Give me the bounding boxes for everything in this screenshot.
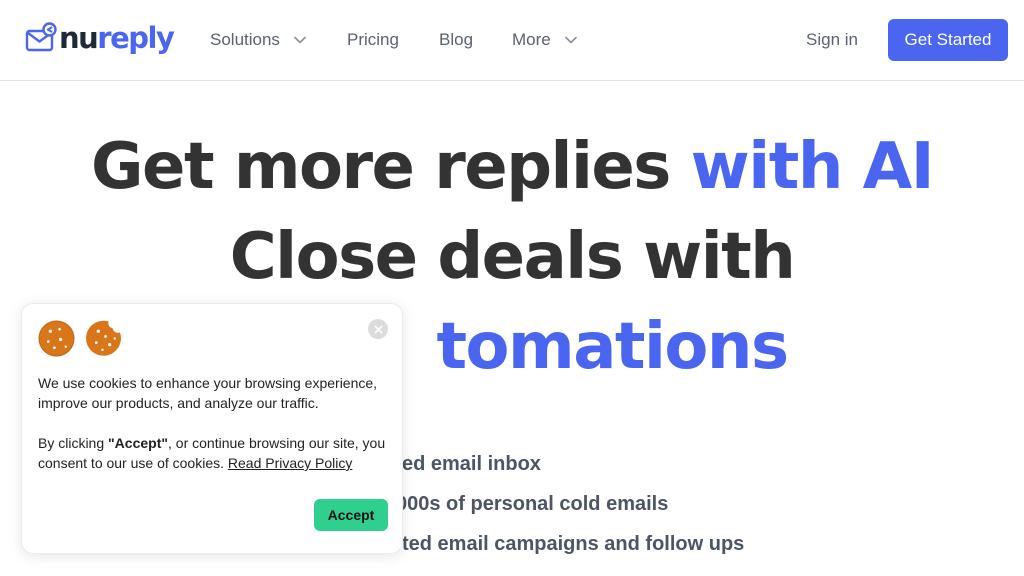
bitten-cookie-icon — [86, 320, 121, 356]
nav-solutions-label: Solutions — [210, 30, 280, 49]
feature-text: ed email inbox — [402, 453, 541, 475]
nav-more-dropdown[interactable]: More — [512, 28, 577, 52]
nav-blog-link[interactable]: Blog — [439, 28, 473, 52]
cookie-paragraph-2-bold: "Accept" — [108, 435, 168, 451]
mail-logo-icon — [25, 22, 57, 52]
hero-heading-accent: with AI — [690, 130, 935, 204]
nav-solutions-dropdown[interactable]: Solutions — [210, 28, 306, 52]
cookie-paragraph-2: By clicking "Accept", or continue browsi… — [38, 433, 394, 473]
logo-wordmark: nureply — [59, 21, 175, 55]
nav-more-label: More — [512, 30, 551, 49]
feature-text: ted email campaigns and follow ups — [402, 533, 745, 555]
cookie-paragraph-2-prefix: By clicking — [38, 435, 109, 451]
chevron-down-icon — [564, 36, 577, 44]
chevron-down-icon — [294, 36, 306, 44]
sign-in-link[interactable]: Sign in — [806, 28, 858, 52]
cookie-consent-banner: We use cookies to enhance your browsing … — [21, 303, 403, 554]
feature-text: 000s of personal cold emails — [396, 493, 669, 515]
cookie-icon — [38, 320, 75, 357]
site-header: nureply Solutions Pricing Blog More Sign… — [0, 0, 1024, 81]
logo-wordmark-part1: nu — [59, 21, 99, 55]
cookie-message: We use cookies to enhance your browsing … — [38, 373, 394, 493]
hero-heading-line-2: Close deals with — [229, 220, 796, 294]
privacy-policy-link[interactable]: Read Privacy Policy — [228, 455, 353, 471]
cookie-paragraph-1: We use cookies to enhance your browsing … — [38, 375, 378, 411]
cookie-icons — [38, 320, 123, 357]
close-icon — [374, 325, 382, 333]
hero-heading-accent: tomations — [436, 310, 789, 384]
nav-pricing-link[interactable]: Pricing — [347, 28, 399, 52]
nureply-logo[interactable]: nureply — [25, 21, 175, 55]
hero-heading-line-1: Get more replies with AI — [0, 127, 1024, 207]
accept-cookies-button[interactable]: Accept — [314, 499, 388, 531]
logo-wordmark-part2: reply — [97, 21, 175, 55]
get-started-button[interactable]: Get Started — [888, 19, 1008, 61]
hero-heading-text: Get more replies — [91, 130, 691, 204]
cookie-close-button[interactable] — [368, 319, 388, 339]
